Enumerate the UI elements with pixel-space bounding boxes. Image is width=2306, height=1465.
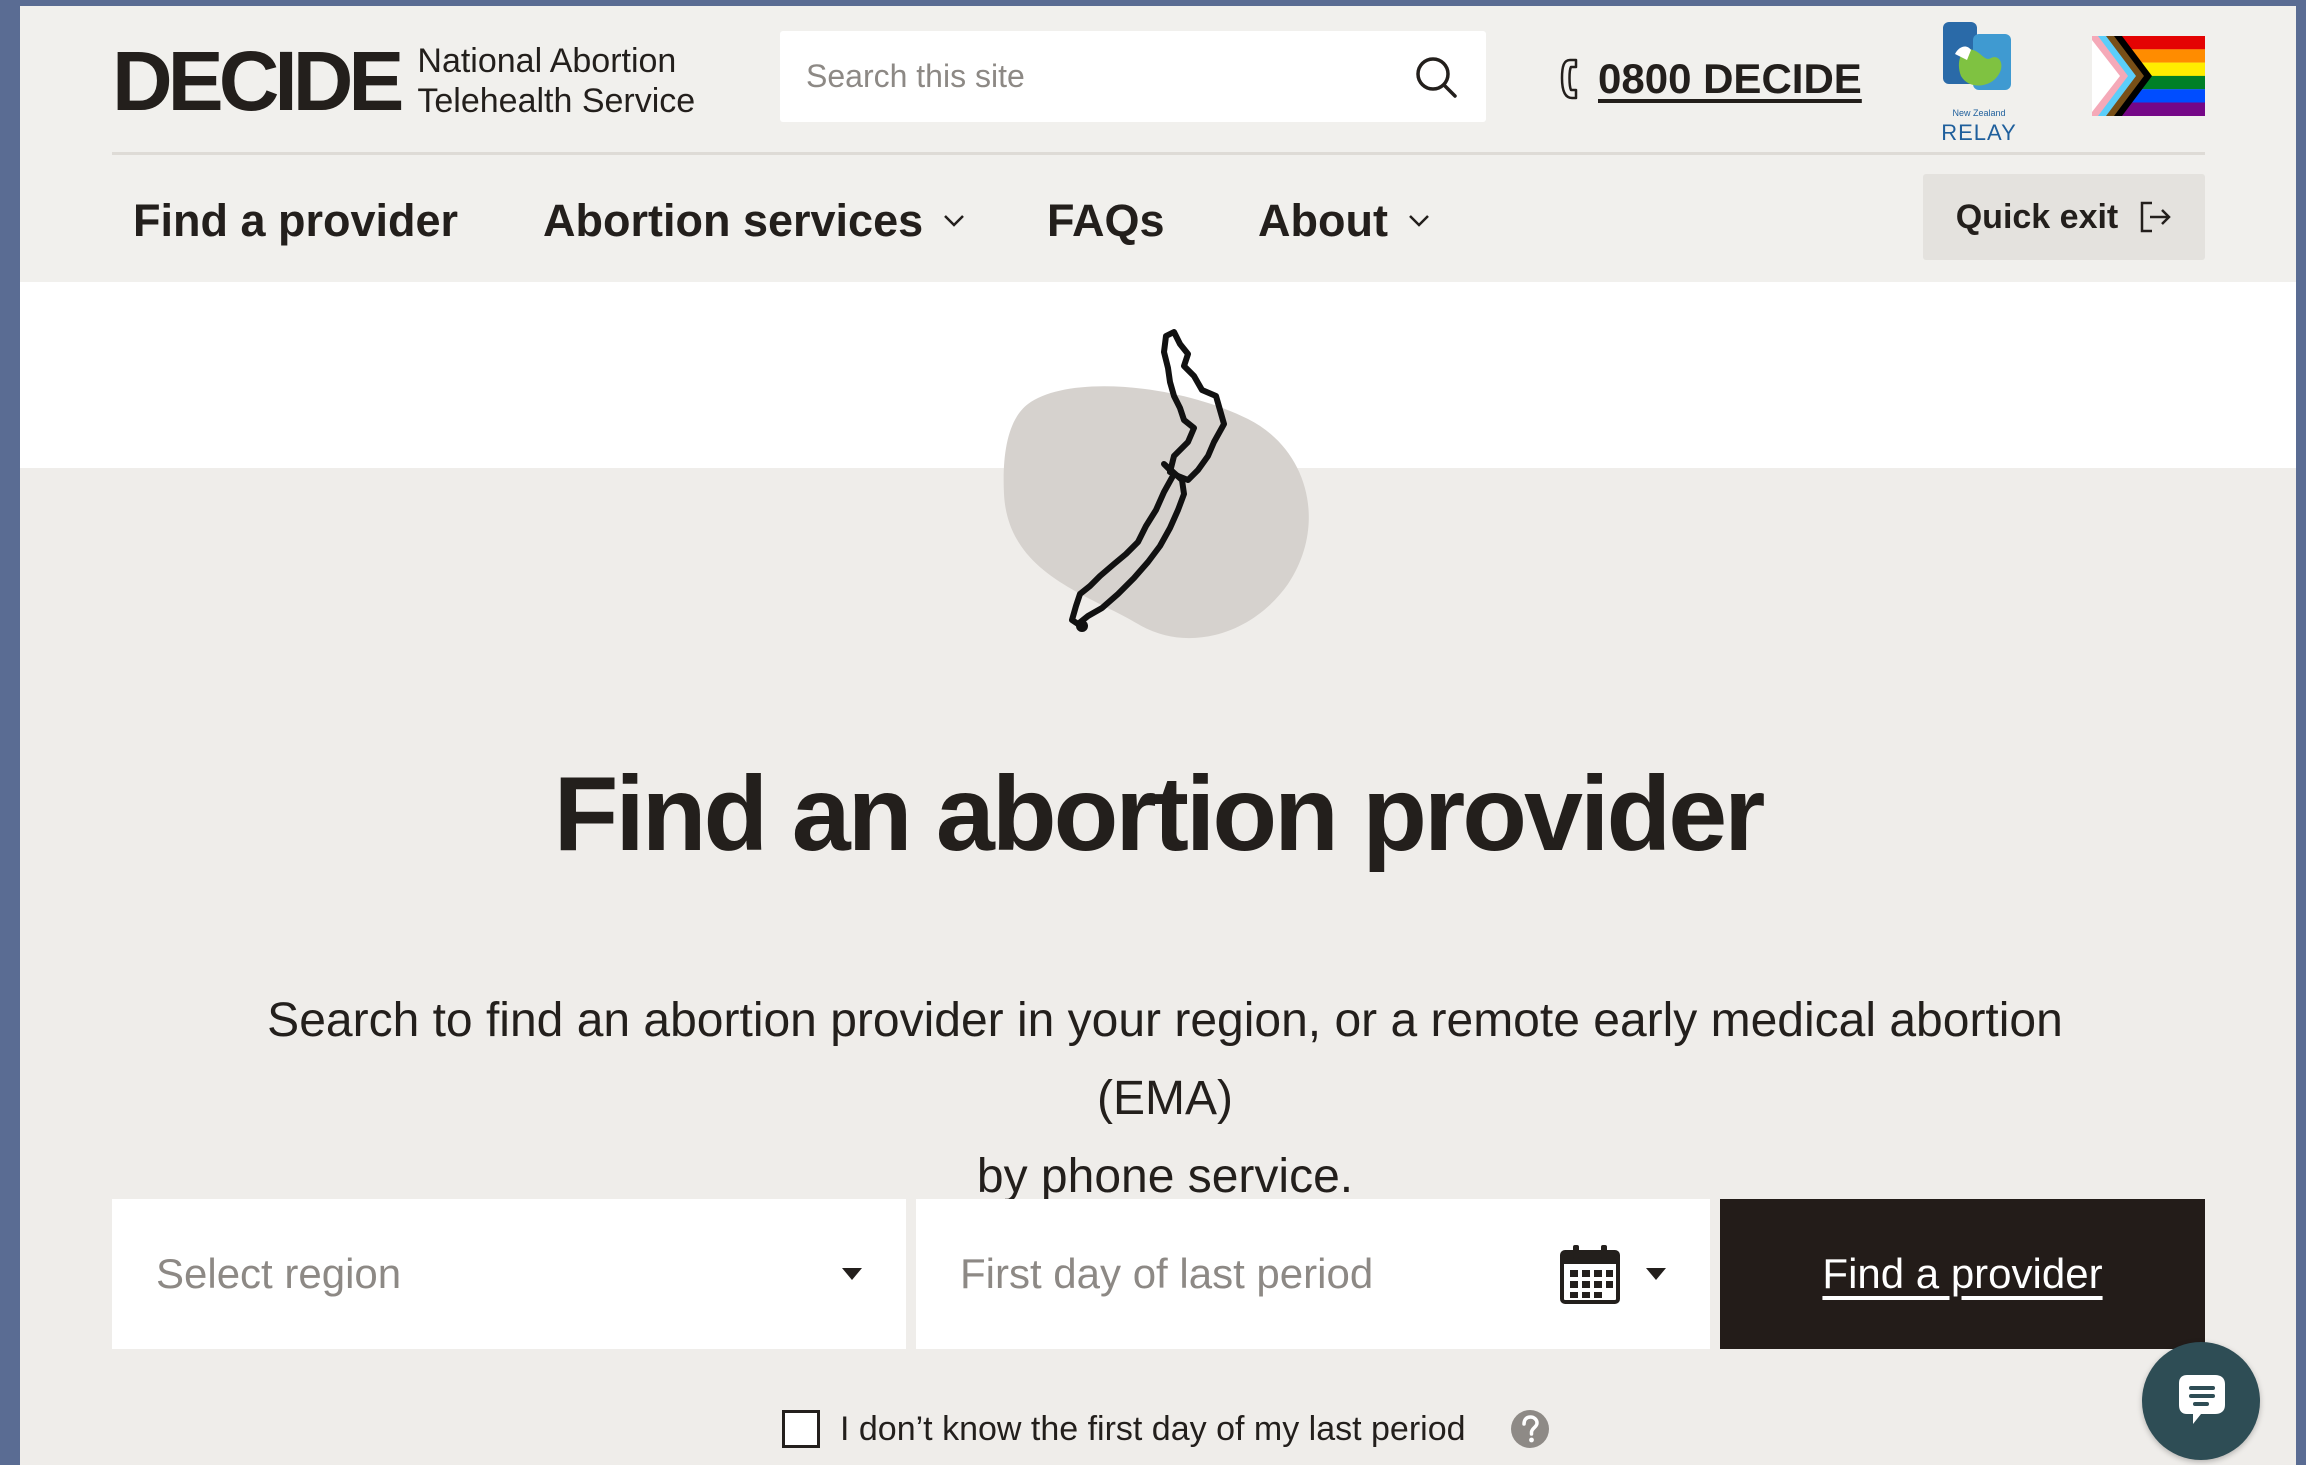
exit-icon bbox=[2141, 201, 2172, 233]
quick-exit-label: Quick exit bbox=[1955, 197, 2119, 236]
search-input[interactable]: Search this site bbox=[780, 31, 1486, 122]
logo-wordmark: DECIDE bbox=[112, 34, 404, 128]
last-period-date-field[interactable]: First day of last period bbox=[916, 1199, 1710, 1349]
chat-button[interactable] bbox=[2142, 1342, 2260, 1460]
site-header: DECIDE National Abortion Telehealth Serv… bbox=[20, 6, 2296, 282]
region-select-placeholder: Select region bbox=[156, 1250, 402, 1297]
nav-abortion-services[interactable]: Abortion services bbox=[543, 186, 965, 256]
unknown-period-label[interactable]: I don’t know the first day of my last pe… bbox=[840, 1410, 1466, 1449]
dropdown-caret-icon bbox=[842, 1268, 862, 1280]
nav-faqs[interactable]: FAQs bbox=[1047, 186, 1165, 256]
phone-icon bbox=[1560, 58, 1578, 100]
unknown-period-checkbox[interactable] bbox=[782, 1410, 820, 1448]
nav-find-provider-label: Find a provider bbox=[133, 195, 459, 246]
nav-faqs-label: FAQs bbox=[1047, 195, 1165, 246]
progress-pride-flag-icon bbox=[2092, 36, 2205, 116]
chevron-down-icon bbox=[1409, 215, 1429, 227]
chat-icon bbox=[2179, 1375, 2225, 1424]
quick-exit-button[interactable]: Quick exit bbox=[1923, 174, 2205, 260]
unknown-period-option: I don’t know the first day of my last pe… bbox=[782, 1404, 1550, 1454]
question-icon[interactable] bbox=[1510, 1409, 1550, 1449]
relay-hands-icon bbox=[1943, 22, 2011, 90]
logo-subtitle: National Abortion Telehealth Service bbox=[417, 41, 695, 121]
phone-number[interactable]: 0800 DECIDE bbox=[1598, 55, 1862, 103]
chevron-down-icon bbox=[944, 215, 965, 227]
browser-frame: DECIDE National Abortion Telehealth Serv… bbox=[20, 6, 2296, 1465]
page-description-line1: Search to find an abortion provider in y… bbox=[267, 994, 2063, 1125]
phone-link[interactable]: 0800 DECIDE bbox=[1556, 54, 1862, 104]
nav-about[interactable]: About bbox=[1258, 186, 1430, 256]
nav-about-label: About bbox=[1258, 195, 1388, 246]
search-placeholder: Search this site bbox=[806, 58, 1025, 94]
region-select[interactable]: Select region bbox=[112, 1199, 906, 1349]
nav-abortion-services-label: Abortion services bbox=[543, 195, 924, 246]
site-logo[interactable]: DECIDE National Abortion Telehealth Serv… bbox=[112, 36, 695, 126]
dropdown-caret-icon bbox=[1646, 1268, 1666, 1280]
find-provider-button[interactable]: Find a provider bbox=[1720, 1199, 2205, 1349]
page-title: Find an abortion provider bbox=[553, 755, 1766, 873]
nz-relay-logo[interactable]: New Zealand RELAY bbox=[1933, 16, 2025, 146]
calendar-icon[interactable] bbox=[1558, 1242, 1622, 1306]
last-period-date-placeholder: First day of last period bbox=[960, 1250, 1374, 1297]
nav-find-provider[interactable]: Find a provider bbox=[133, 186, 458, 256]
header-divider bbox=[112, 152, 2205, 155]
search-icon[interactable] bbox=[1412, 53, 1460, 101]
logo-subtitle-line2: Telehealth Service bbox=[417, 82, 696, 120]
relay-label: RELAY bbox=[1941, 120, 2017, 145]
relay-subtitle: New Zealand bbox=[1952, 108, 2006, 118]
new-zealand-map-icon bbox=[988, 324, 1338, 644]
logo-subtitle-line1: National Abortion bbox=[417, 42, 677, 80]
page-description: Search to find an abortion provider in y… bbox=[200, 982, 2130, 1216]
